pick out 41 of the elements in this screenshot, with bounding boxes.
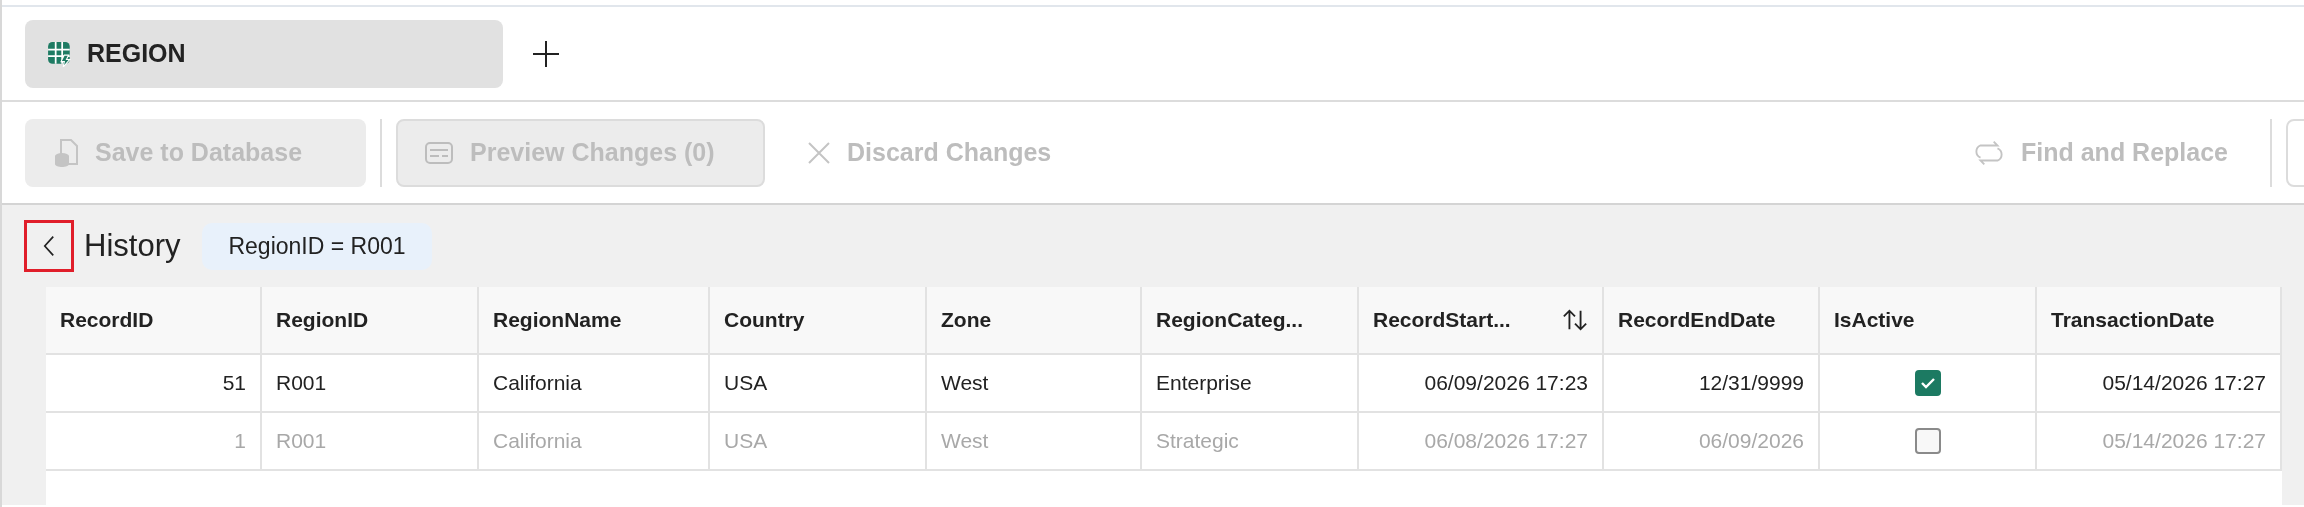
table-cell: R001: [262, 413, 479, 469]
table-cell: Enterprise: [1142, 355, 1359, 411]
preview-icon: [424, 140, 454, 165]
checkbox[interactable]: [1914, 428, 1941, 454]
filter-chip: RegionID = R001: [202, 222, 432, 270]
chevron-left-icon: [43, 235, 55, 257]
table-cell: 06/08/2026 17:27: [1359, 413, 1604, 469]
column-header[interactable]: RecordEndDate: [1604, 287, 1820, 353]
table-cell: 1: [46, 413, 262, 469]
table-cell: USA: [710, 355, 927, 411]
table-icon: [47, 40, 73, 67]
column-header[interactable]: RegionID: [262, 287, 479, 353]
sort-icon[interactable]: [1562, 308, 1588, 332]
column-header[interactable]: Country: [710, 287, 927, 353]
database-icon: [53, 137, 79, 168]
back-button[interactable]: [24, 220, 74, 272]
table-cell: R001: [262, 355, 479, 411]
column-header[interactable]: RegionCateg...: [1142, 287, 1359, 353]
table-cell: Strategic: [1142, 413, 1359, 469]
close-icon: [807, 140, 831, 165]
add-tab-icon[interactable]: [531, 38, 561, 69]
column-header[interactable]: Zone: [927, 287, 1142, 353]
column-header[interactable]: RegionName: [479, 287, 710, 353]
table-cell: West: [927, 413, 1142, 469]
column-header[interactable]: RecordStart...: [1359, 287, 1604, 353]
column-header[interactable]: TransactionDate: [2037, 287, 2282, 353]
table-cell: West: [927, 355, 1142, 411]
column-header[interactable]: IsActive: [1820, 287, 2037, 353]
table-cell: California: [479, 413, 710, 469]
table-cell: 12/31/9999: [1604, 355, 1820, 411]
table-cell: 06/09/2026 17:23: [1359, 355, 1604, 411]
history-title: History: [84, 228, 181, 264]
table-cell: 05/14/2026 17:27: [2037, 413, 2282, 469]
table-cell: 05/14/2026 17:27: [2037, 355, 2282, 411]
table-cell: California: [479, 355, 710, 411]
table-tab[interactable]: REGION: [25, 19, 503, 88]
checkbox[interactable]: [1914, 370, 1941, 396]
column-header[interactable]: RecordID: [46, 287, 262, 353]
table-cell: 51: [46, 355, 262, 411]
table-cell: USA: [710, 413, 927, 469]
table-cell: 06/09/2026: [1604, 413, 1820, 469]
